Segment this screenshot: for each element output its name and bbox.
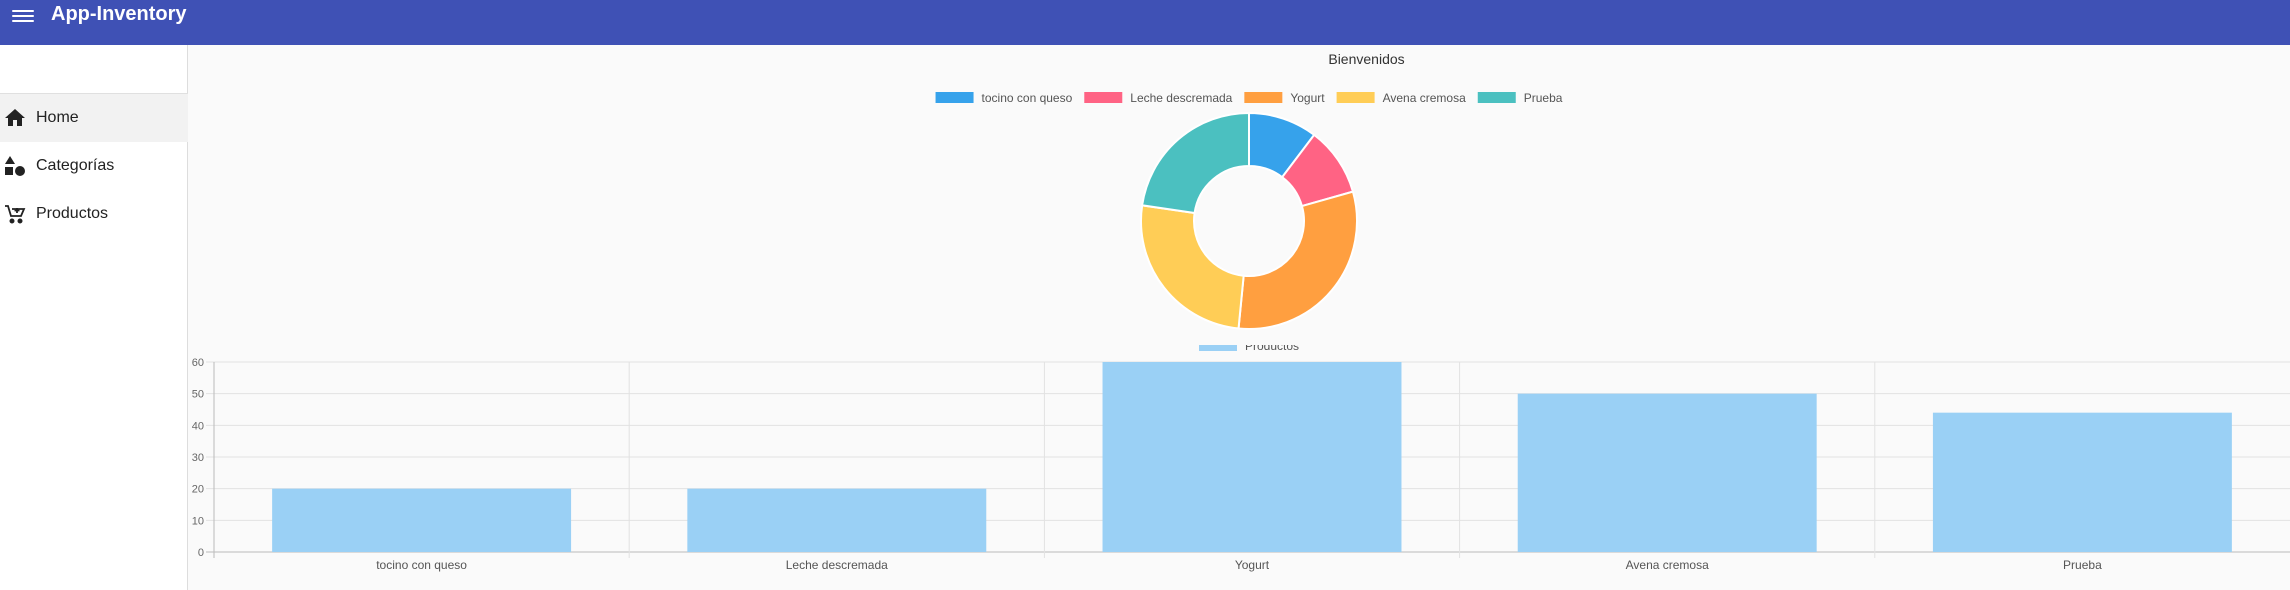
sidebar-item-label: Categorías [36, 157, 115, 174]
app-title: App-Inventory [51, 3, 187, 25]
legend-swatch[interactable] [935, 92, 974, 103]
y-tick-label: 10 [192, 515, 204, 527]
legend-label[interactable]: Productos [1245, 345, 1299, 353]
y-tick-label: 40 [192, 420, 204, 432]
x-tick-label: Leche descremada [786, 558, 888, 572]
bar[interactable] [272, 488, 572, 552]
legend-swatch[interactable] [1084, 92, 1123, 103]
legend-swatch[interactable] [1477, 92, 1516, 103]
y-tick-label: 60 [192, 357, 204, 369]
sidebar-item-home[interactable]: Home [0, 94, 188, 142]
legend-swatch[interactable] [1336, 92, 1375, 103]
doughnut-slice[interactable] [1140, 204, 1245, 330]
y-tick-label: 0 [198, 547, 204, 559]
category-icon [4, 155, 26, 177]
x-tick-label: Yogurt [1235, 558, 1270, 572]
sidebar-item-label: Productos [36, 205, 109, 222]
bar[interactable] [687, 488, 987, 552]
legend-swatch[interactable] [1244, 92, 1283, 103]
main-content: Bienvenidos tocino con queso Leche descre… [188, 45, 2290, 590]
legend-label[interactable]: Yogurt [1290, 91, 1325, 105]
legend-label[interactable]: Prueba [1524, 91, 1563, 105]
y-tick-label: 30 [192, 452, 204, 464]
bar[interactable] [1517, 393, 1817, 552]
doughnut-chart: tocino con queso Leche descremada Yogurt Av… [935, 91, 1563, 330]
cart-icon [4, 203, 26, 225]
menu-icon[interactable] [12, 7, 34, 23]
legend-label[interactable]: Leche descremada [1130, 91, 1232, 105]
x-tick-label: Avena cremosa [1626, 558, 1709, 572]
sidebar-item-productos[interactable]: Productos [0, 190, 188, 238]
bar[interactable] [1932, 412, 2232, 552]
sidebar-item-label: Home [36, 109, 79, 126]
doughnut-slice[interactable] [1237, 190, 1358, 330]
home-icon [4, 107, 26, 129]
y-tick-label: 20 [192, 484, 204, 496]
bar-chart: Productos 0 10 20 30 40 50 60 tocino con queso Le… [192, 345, 2290, 572]
y-tick-label: 50 [192, 389, 204, 401]
x-tick-label: tocino con queso [376, 558, 467, 572]
legend-label[interactable]: Avena cremosa [1383, 91, 1466, 105]
doughnut-slice[interactable] [1141, 111, 1250, 215]
legend-label[interactable]: tocino con queso [982, 91, 1073, 105]
sidebar-item-categorias[interactable]: Categorías [0, 142, 188, 190]
x-tick-label: Prueba [2063, 558, 2102, 572]
bar[interactable] [1102, 362, 1402, 552]
app-toolbar: App-Inventory [0, 0, 2290, 45]
sidebar: Home Categorías Productos [0, 45, 188, 590]
legend-swatch[interactable] [1199, 345, 1237, 351]
